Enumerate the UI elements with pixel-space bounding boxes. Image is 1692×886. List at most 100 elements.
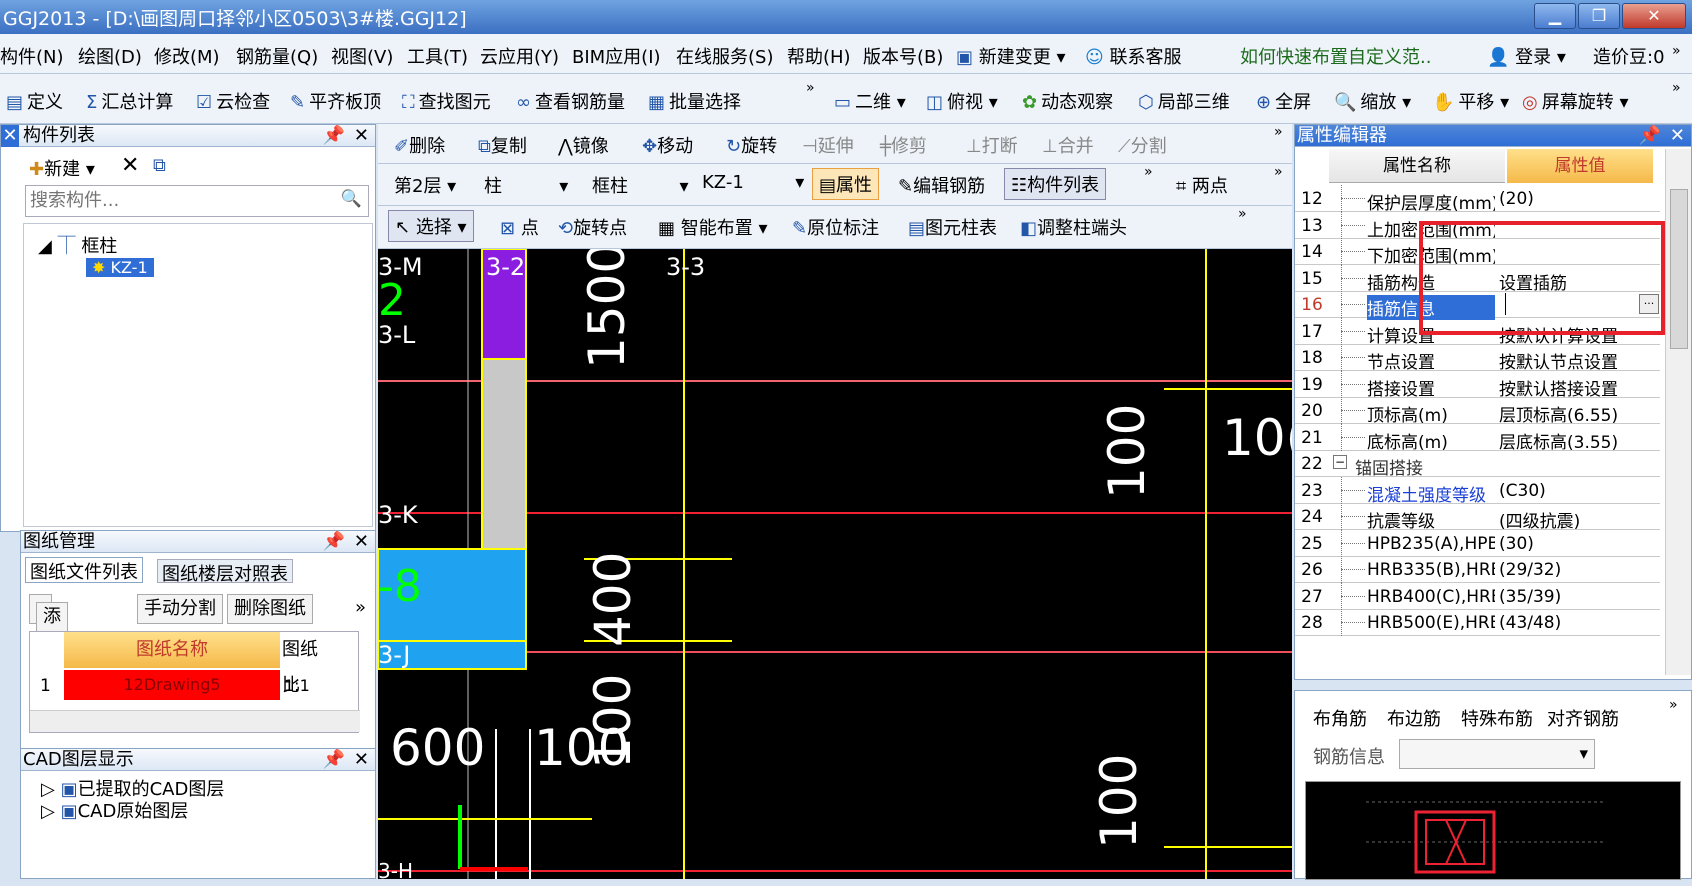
inplace-label-button[interactable]: ✎原位标注 (792, 214, 879, 240)
extend-button[interactable]: ⊣延伸 (802, 132, 854, 158)
layer-original[interactable]: ▷ ▣CAD原始图层 (41, 797, 188, 823)
v-scrollbar[interactable] (1665, 149, 1691, 675)
menu-cloud[interactable]: 云应用(Y) (480, 43, 559, 69)
property-row[interactable]: 27 HRB400(C),HRB4(35/39) (1295, 582, 1660, 610)
property-row[interactable]: 21 底标高(m) 层底标高(3.55) (1295, 423, 1660, 453)
close-icon[interactable]: ✕ (354, 125, 369, 147)
adjust-column-end-button[interactable]: ◧调整柱端头 (1020, 214, 1127, 240)
fullscreen-button[interactable]: ⊕ 全屏 (1256, 88, 1311, 114)
h-scrollbar[interactable] (30, 710, 360, 732)
rebar-more-icon[interactable]: » (1669, 697, 1678, 713)
rotate-button[interactable]: ↻旋转 (726, 132, 777, 158)
edit-more-icon[interactable]: » (1274, 124, 1283, 140)
trim-button[interactable]: ╪修剪 (880, 132, 927, 158)
menu-support[interactable]: ☺ 联系客服 (1085, 43, 1182, 69)
property-row[interactable]: 26 HRB335(B),HRB3(29/32) (1295, 556, 1660, 583)
property-value[interactable]: (35/39) (1499, 587, 1639, 607)
align-slab-button[interactable]: ✎ 平齐板顶 (290, 88, 381, 114)
property-row[interactable]: 18 节点设置 按默认节点设置 (1295, 344, 1660, 373)
property-value[interactable]: (30) (1499, 534, 1639, 554)
property-value[interactable]: (四级抗震) (1499, 507, 1639, 532)
mirror-button[interactable]: ⋀镜像 (558, 132, 609, 158)
pan-button[interactable]: ✋ 平移 ▾ (1432, 88, 1509, 114)
wall-gray[interactable] (481, 358, 527, 550)
property-row[interactable]: 25 HPB235(A),HPB3(30) (1295, 529, 1660, 557)
copy-component-icon[interactable]: ⧉ (153, 155, 166, 176)
menu-component[interactable]: 构件(N) (0, 43, 64, 69)
tip-link[interactable]: 如何快速布置自定义范.. (1240, 43, 1431, 69)
find-element-button[interactable]: ⛶ 查找图元 (402, 88, 491, 114)
row-drawing-name[interactable]: 12Drawing5 (64, 670, 280, 700)
draw-more-icon[interactable]: » (1238, 206, 1247, 222)
property-value[interactable]: (C30) (1499, 481, 1639, 501)
define-button[interactable]: ▤ 定义 (6, 88, 63, 114)
property-row[interactable]: 20 顶标高(m) 层顶标高(6.55) (1295, 397, 1660, 426)
menu-online[interactable]: 在线服务(S) (676, 43, 773, 69)
floor-select[interactable]: 第2层 ▾ (394, 172, 456, 198)
menu-rebar[interactable]: 钢筋量(Q) (236, 43, 318, 69)
maximize-button[interactable]: ❐ (1578, 3, 1620, 29)
menu-help[interactable]: 帮助(H) (787, 43, 851, 69)
close-icon[interactable]: ✕ (354, 749, 369, 771)
point-button[interactable]: ⊠ 点 (500, 214, 539, 240)
selector-more-icon[interactable]: » (1144, 164, 1153, 180)
tab-drawing-files[interactable]: 图纸文件列表 (25, 557, 143, 583)
align-rebar-button[interactable]: 对齐钢筋 (1547, 705, 1619, 731)
property-row[interactable]: 24 抗震等级 (四级抗震) (1295, 503, 1660, 532)
toolbar-more-icon[interactable]: » (806, 80, 815, 96)
tree-root[interactable]: ◢ ⏉ 框柱 (38, 232, 117, 258)
menu-new-change[interactable]: ▣ 新建变更 ▾ (956, 43, 1066, 69)
dynamic-view-button[interactable]: ✿ 动态观察 (1022, 88, 1113, 114)
property-value[interactable]: (43/48) (1499, 613, 1639, 633)
column-table-button[interactable]: ▤图元柱表 (908, 214, 997, 240)
selector-more2-icon[interactable]: » (1274, 164, 1283, 180)
property-row[interactable]: 12 保护层厚度(mm) (20) (1295, 185, 1660, 214)
menu-version[interactable]: 版本号(B) (863, 43, 943, 69)
type-select[interactable]: 柱 ▾ (484, 172, 568, 198)
more-chevron-icon[interactable]: » (1672, 43, 1681, 59)
special-rebar-button[interactable]: 特殊布筋 (1461, 705, 1533, 731)
manual-split-button[interactable]: 手动分割 (137, 594, 223, 624)
break-button[interactable]: ⊥打断 (966, 132, 1018, 158)
delete-drawing-button[interactable]: 删除图纸 (227, 594, 313, 624)
property-row[interactable]: 19 搭接设置 按默认搭接设置 (1295, 370, 1660, 400)
properties-button[interactable]: ▤属性 (812, 168, 880, 200)
close-icon[interactable]: ✕ (1670, 125, 1685, 147)
tab-drawing-floors[interactable]: 图纸楼层对照表 (157, 559, 293, 585)
cloud-check-button[interactable]: ☑ 云检查 (196, 88, 270, 114)
rotate-point-button[interactable]: ⟲旋转点 (558, 214, 627, 240)
component-select[interactable]: KZ-1 ▾ (702, 172, 804, 193)
local-3d-button[interactable]: ⬡ 局部三维 (1138, 88, 1230, 114)
close-side-icon[interactable]: ✕ (1, 125, 19, 147)
property-value[interactable]: 按默认搭接设置 (1499, 375, 1639, 400)
pin-icon[interactable]: 📌 (323, 531, 345, 553)
more-icon[interactable]: » (349, 594, 372, 624)
menu-draw[interactable]: 绘图(D) (78, 43, 142, 69)
pin-icon[interactable]: 📌 (323, 125, 345, 147)
corner-rebar-button[interactable]: 布角筋 (1313, 705, 1367, 731)
component-list-button[interactable]: ☷构件列表 (1004, 168, 1107, 200)
toolbar-more2-icon[interactable]: » (1672, 80, 1681, 96)
property-value[interactable]: 按默认节点设置 (1499, 348, 1639, 373)
edit-rebar-button[interactable]: ✎编辑钢筋 (898, 172, 985, 198)
menu-bim[interactable]: BIM应用(I) (572, 43, 661, 69)
pin-icon[interactable]: 📌 (1639, 125, 1661, 147)
tree-item-kz1[interactable]: ✸ KZ-1 (86, 258, 154, 277)
delete-button[interactable]: ✐删除 (394, 132, 445, 158)
view-rebar-button[interactable]: ∞ 查看钢筋量 (516, 88, 625, 114)
property-value[interactable]: (20) (1499, 189, 1639, 209)
menu-view[interactable]: 视图(V) (331, 43, 393, 69)
rotate-screen-button[interactable]: ◎ 屏幕旋转 ▾ (1522, 88, 1628, 114)
view-2d-button[interactable]: ▭ 二维 ▾ (834, 88, 906, 114)
property-value[interactable]: 层底标高(3.55) (1499, 428, 1639, 453)
property-value[interactable]: (29/32) (1499, 560, 1639, 580)
delete-component-icon[interactable]: ✕ (121, 153, 139, 178)
split-button[interactable]: ⟋分割 (1118, 132, 1167, 158)
add-drawing-button[interactable]: 添加图纸 ▾ (29, 594, 68, 711)
top-view-button[interactable]: ◫ 俯视 ▾ (926, 88, 998, 114)
batch-select-button[interactable]: ▦ 批量选择 (648, 88, 741, 114)
menu-tools[interactable]: 工具(T) (407, 43, 468, 69)
select-button[interactable]: ↖ 选择 ▾ (388, 210, 474, 242)
pin-icon[interactable]: 📌 (323, 749, 345, 771)
zoom-button[interactable]: 🔍 缩放 ▾ (1334, 88, 1411, 114)
